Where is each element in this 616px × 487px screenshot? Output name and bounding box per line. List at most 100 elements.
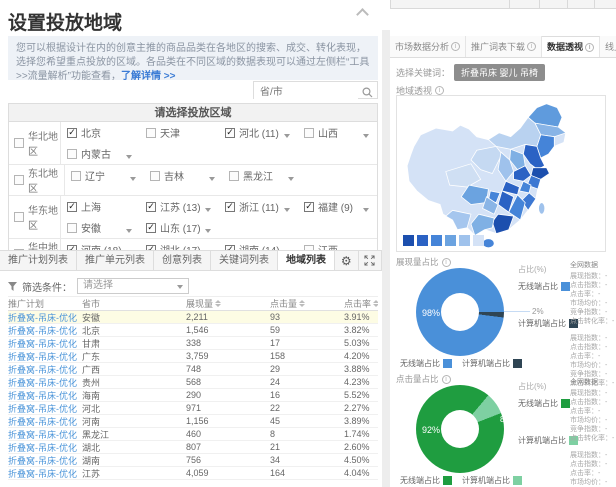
legend-item[interactable]: 计算机端占比 [518, 435, 570, 446]
campaign-link[interactable]: 折叠窝-吊床-优化 [8, 324, 82, 337]
province-cell[interactable]: 吉林 [144, 168, 223, 183]
impression-share-donut[interactable]: 98% [416, 268, 504, 356]
province-cell[interactable]: ✓山东 (17) [140, 220, 219, 235]
campaign-link[interactable]: 折叠窝-吊床-优化 [8, 363, 82, 376]
chevron-down-icon[interactable] [284, 134, 290, 138]
keyword-tag[interactable]: 折叠吊床 婴儿 吊椅 [454, 64, 545, 81]
legend-item[interactable]: 计算机端占比 [518, 318, 570, 329]
search-icon[interactable] [362, 85, 373, 103]
province-cell[interactable]: ✓福建 (9) [298, 199, 377, 214]
chevron-down-icon[interactable] [288, 177, 294, 181]
province-checkbox[interactable]: ✓ [146, 223, 156, 233]
info-icon[interactable]: i [442, 375, 451, 384]
tab-数据透视[interactable]: 数据透视i [542, 36, 600, 57]
region-row: 内蒙古 [61, 143, 377, 164]
province-checkbox[interactable] [71, 171, 81, 181]
campaign-link[interactable]: 折叠窝-吊床-优化 [8, 441, 82, 454]
province-cell[interactable]: 安徽 [61, 220, 140, 235]
campaign-link[interactable]: 折叠窝-吊床-优化 [8, 415, 82, 428]
tab-推广单元列表[interactable]: 推广单元列表 [77, 251, 154, 270]
province-checkbox[interactable]: ✓ [225, 128, 235, 138]
campaign-link[interactable]: 折叠窝-吊床-优化 [8, 389, 82, 402]
province-cell[interactable]: 天津 [140, 125, 219, 140]
map-legend-swatch[interactable] [473, 235, 484, 246]
tab-地域列表[interactable]: 地域列表 [278, 251, 335, 270]
chevron-down-icon[interactable] [284, 208, 290, 212]
campaign-link[interactable]: 折叠窝-吊床-优化 [8, 350, 82, 363]
province-checkbox[interactable]: ✓ [146, 202, 156, 212]
campaign-link[interactable]: 折叠窝-吊床-优化 [8, 311, 82, 324]
column-header[interactable]: 展现量 [186, 297, 270, 310]
sort-icon[interactable] [373, 300, 378, 307]
province-cell[interactable]: ✓北京 [61, 125, 140, 140]
fullscreen-button[interactable] [359, 251, 383, 270]
campaign-link[interactable]: 折叠窝-吊床-优化 [8, 337, 82, 350]
sort-icon[interactable] [299, 300, 305, 307]
province-cell[interactable]: ✓浙江 (11) [219, 199, 298, 214]
province-search-input[interactable] [254, 85, 358, 101]
province-checkbox[interactable]: ✓ [67, 202, 77, 212]
sort-icon[interactable] [215, 300, 221, 307]
column-header[interactable]: 点击率 [344, 297, 378, 310]
chevron-down-icon[interactable] [205, 229, 211, 233]
map-legend-swatch[interactable] [445, 235, 456, 246]
legend-item[interactable]: 无线端占比 [400, 358, 452, 369]
group-checkbox[interactable] [14, 175, 24, 185]
group-checkbox[interactable] [14, 138, 24, 148]
province-cell[interactable]: 内蒙古 [61, 146, 140, 161]
map-legend-swatch[interactable] [459, 235, 470, 246]
legend-item[interactable]: 无线端占比 [518, 281, 570, 292]
group-checkbox[interactable] [14, 212, 24, 222]
chevron-down-icon[interactable] [126, 229, 132, 233]
tab-市场数据分析[interactable]: 市场数据分析i [390, 36, 466, 57]
province-checkbox[interactable] [67, 149, 77, 159]
column-header[interactable]: 点击量 [270, 297, 344, 310]
collapse-panel-icon[interactable] [356, 8, 369, 21]
chevron-down-icon[interactable] [363, 208, 369, 212]
legend-item[interactable]: 无线端占比 [518, 398, 570, 409]
legend-item[interactable]: 计算机端占比 [462, 358, 522, 369]
province-checkbox[interactable]: ✓ [225, 202, 235, 212]
chevron-down-icon[interactable] [205, 208, 211, 212]
campaign-link[interactable]: 折叠窝-吊床-优化 [8, 428, 82, 441]
chevron-down-icon[interactable] [363, 134, 369, 138]
map-legend-swatch[interactable] [431, 235, 442, 246]
map-legend-swatch[interactable] [417, 235, 428, 246]
province-cell[interactable]: 黑龙江 [223, 168, 302, 183]
chevron-down-icon[interactable] [209, 177, 215, 181]
campaign-link[interactable]: 折叠窝-吊床-优化 [8, 402, 82, 415]
province-checkbox[interactable] [150, 171, 160, 181]
learn-more-link[interactable]: 了解详情 >> [121, 71, 175, 80]
province-cell[interactable]: 辽宁 [65, 168, 144, 183]
province-cell[interactable]: ✓上海 [61, 199, 140, 214]
province-checkbox[interactable]: ✓ [304, 202, 314, 212]
province-checkbox[interactable] [229, 171, 239, 181]
campaign-link[interactable]: 折叠窝-吊床-优化 [8, 467, 82, 480]
settings-gear-button[interactable]: ⚙ [335, 251, 359, 270]
click-share-donut[interactable]: 92% 8% [416, 385, 504, 473]
province-checkbox[interactable] [146, 128, 156, 138]
legend-item[interactable]: 无线端占比 [400, 475, 452, 486]
campaign-link[interactable]: 折叠窝-吊床-优化 [8, 454, 82, 467]
filter-select[interactable]: 请选择 [77, 278, 189, 294]
chevron-down-icon[interactable] [126, 155, 132, 159]
province-checkbox[interactable]: ✓ [67, 128, 77, 138]
chevron-down-icon[interactable] [130, 177, 136, 181]
campaign-link[interactable]: 折叠窝-吊床-优化 [8, 376, 82, 389]
tab-线上推广排名[interactable]: 线上推广排名i [600, 36, 616, 57]
province-cell[interactable]: 山西 [298, 125, 377, 140]
province-checkbox[interactable] [304, 128, 314, 138]
legend-item[interactable]: 计算机端占比 [462, 475, 522, 486]
tab-创意列表[interactable]: 创意列表 [154, 251, 211, 270]
info-icon[interactable]: i [435, 86, 444, 95]
province-cell[interactable]: ✓江苏 (13) [140, 199, 219, 214]
info-icon[interactable]: i [442, 258, 451, 267]
tab-推广词表下载[interactable]: 推广词表下载i [466, 36, 542, 57]
tab-关键词列表[interactable]: 关键词列表 [211, 251, 278, 270]
map-legend-swatch[interactable] [403, 235, 414, 246]
province-checkbox[interactable] [67, 223, 77, 233]
province-cell[interactable]: ✓ 河北 (11) [219, 125, 298, 140]
province-name: 河北 (11) [239, 125, 279, 140]
tab-推广计划列表[interactable]: 推广计划列表 [0, 251, 77, 270]
china-choropleth-map[interactable] [396, 95, 606, 252]
